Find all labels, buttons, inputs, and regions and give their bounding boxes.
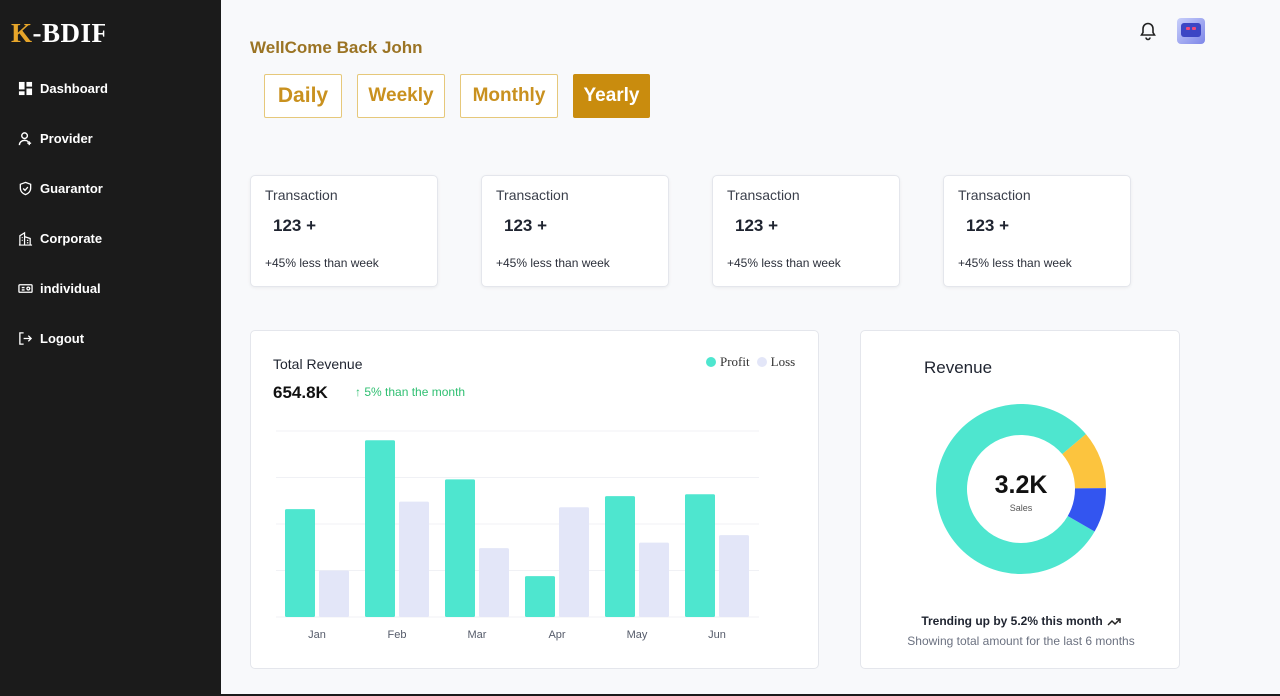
sidebar-item-provider[interactable]: Provider [0,113,221,163]
bar-profit-apr[interactable] [525,576,555,617]
revenue-trend: ↑ 5% than the month [355,385,465,399]
stat-value: 123 + [966,216,1010,235]
bar-loss-apr[interactable] [559,507,589,617]
sidebar-item-label: Dashboard [40,80,108,96]
sidebar: K-BDIF Dashboard Provider Guarantor Corp… [0,0,221,696]
stat-label: Transaction [958,187,1031,203]
stat-label: Transaction [265,187,338,203]
sidebar-item-label: Guarantor [40,180,103,196]
donut-subtitle: Showing total amount for the last 6 mont… [907,634,1135,648]
bar-loss-jan[interactable] [319,570,349,618]
donut-trend: Trending up by 5.2% this month [861,614,1181,628]
bar-loss-may[interactable] [639,542,669,617]
stat-card: Transaction 123 + +45% less than week [481,175,669,287]
legend-loss[interactable]: Loss [756,354,796,370]
period-weekly-button[interactable]: Weekly [357,74,445,118]
stat-change: +45% less than week [496,256,610,270]
stat-change: +45% less than week [727,256,841,270]
x-tick-label: Apr [548,629,565,641]
total-revenue-card: Jan Feb Mar Apr May Jun Total Revenue 654.8K … [250,330,819,669]
bar-profit-may[interactable] [605,496,635,617]
chart-legend: Profit Loss [706,354,802,370]
legend-dot [756,357,767,367]
period-daily-button[interactable]: Daily [264,74,342,118]
bar-loss-jun[interactable] [719,535,749,617]
revenue-amount: 654.8K [273,383,328,402]
bar-profit-jun[interactable] [685,494,715,617]
stat-card: Transaction 123 + +45% less than week [943,175,1131,287]
x-tick-label: Jan [308,629,326,641]
stat-value: 123 + [735,216,779,235]
stat-card: Transaction 123 + +45% less than week [250,175,438,287]
sidebar-item-label: Provider [40,130,93,146]
logout-icon [18,331,33,346]
sidebar-item-individual[interactable]: individual [0,263,221,313]
shield-icon [18,181,33,196]
donut-trend-text: Trending up by 5.2% this month [921,614,1103,628]
x-tick-label: Feb [388,629,407,641]
bar-loss-mar[interactable] [479,548,509,617]
sidebar-item-label: Corporate [40,230,103,246]
legend-label: Loss [770,354,796,369]
bar-loss-feb[interactable] [399,501,429,617]
donut-center: 3.2K Sales [971,471,1071,513]
sidebar-item-label: Logout [40,330,85,346]
user-icon [18,131,33,146]
avatar-eye [1186,27,1190,30]
period-yearly-button[interactable]: Yearly [573,74,650,118]
x-tick-label: Jun [708,629,726,641]
legend-label: Profit [720,354,750,369]
welcome-heading: WellCome Back John [250,38,423,57]
legend-profit[interactable]: Profit [706,354,750,370]
sidebar-item-label: individual [40,280,101,296]
dashboard-icon [18,81,33,96]
stat-change: +45% less than week [958,256,1072,270]
avatar[interactable] [1177,18,1205,44]
x-tick-label: May [627,629,648,641]
stat-card: Transaction 123 + +45% less than week [712,175,900,287]
period-monthly-button[interactable]: Monthly [460,74,558,118]
id-card-icon [18,281,33,296]
x-tick-label: Mar [468,629,487,641]
legend-dot [706,357,716,367]
stat-value: 123 + [504,216,548,235]
revenue-donut-card: Revenue 3.2K Sales Trending up by 5.2% t… [860,330,1180,669]
revenue-bar-chart: Jan Feb Mar Apr May Jun [276,430,759,641]
revenue-trend-text: 5% than the month [364,385,466,399]
building-icon [18,231,33,246]
donut-label: Sales [1009,503,1033,513]
brand-logo[interactable]: K-BDIF [11,18,105,49]
avatar-face [1181,23,1201,37]
bar-profit-mar[interactable] [445,479,475,617]
bar-profit-feb[interactable] [365,440,395,617]
sidebar-item-logout[interactable]: Logout [0,313,221,363]
trending-up-icon [1107,618,1121,626]
sidebar-item-corporate[interactable]: Corporate [0,213,221,263]
stat-label: Transaction [496,187,569,203]
avatar-eye [1192,27,1196,30]
sidebar-nav: Dashboard Provider Guarantor Corporate i… [0,63,221,363]
stat-value: 123 + [273,216,317,235]
arrow-up-icon: ↑ [355,385,361,399]
stat-label: Transaction [727,187,800,203]
donut-title: Revenue [924,358,993,377]
revenue-title: Total Revenue [273,356,363,372]
bell-icon[interactable] [1138,21,1158,41]
bar-profit-jan[interactable] [285,509,315,617]
sidebar-item-dashboard[interactable]: Dashboard [0,63,221,113]
donut-value: 3.2K [994,471,1048,499]
stat-change: +45% less than week [265,256,379,270]
sidebar-item-guarantor[interactable]: Guarantor [0,163,221,213]
